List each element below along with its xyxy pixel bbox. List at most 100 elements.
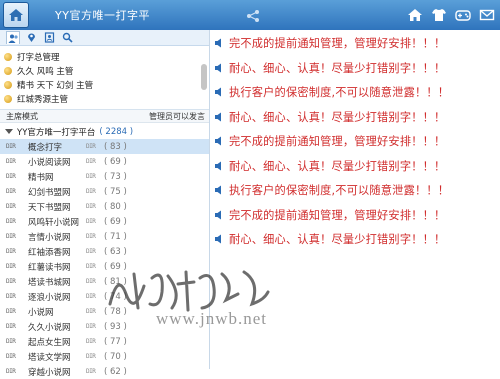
window-title: YY官方唯一打字平 (55, 9, 150, 22)
people-icon[interactable] (6, 31, 20, 44)
channel-item[interactable]: DIR 穿越小说网 DIR ( 62 ) (0, 364, 209, 379)
channel-count: ( 80 ) (104, 201, 127, 212)
channel-name: 概念打字 (28, 142, 63, 153)
channel-item[interactable]: DIR 言情小说网 DIR ( 71 ) (0, 229, 209, 244)
channel-toggle-icon[interactable]: DIR (6, 263, 20, 270)
channel-item[interactable]: DIR 红薯读书网 DIR ( 69 ) (0, 259, 209, 274)
channel-toggle-icon[interactable]: DIR (6, 218, 20, 225)
channel-toggle-icon[interactable]: DIR (6, 368, 20, 375)
channel-item[interactable]: DIR 塔读文学网 DIR ( 70 ) (0, 349, 209, 364)
channel-count: ( 83 ) (104, 141, 127, 152)
home-logo-icon[interactable] (3, 2, 29, 28)
channel-toggle-icon: DIR (86, 188, 96, 195)
channel-item[interactable]: DIR 红袖添香网 DIR ( 63 ) (0, 244, 209, 259)
scrollbar-thumb[interactable] (201, 64, 207, 90)
message-line: 完不成的提前通知管理，管理好安排！！！ (214, 133, 445, 149)
watermark-url: www.jnwb.net (156, 309, 267, 328)
channel-item[interactable]: DIR 天下书盟网 DIR ( 80 ) (0, 199, 209, 214)
channel-toggle-icon: DIR (86, 233, 96, 240)
channel-count: ( 69 ) (104, 216, 127, 227)
channel-toggle-icon[interactable]: DIR (6, 158, 20, 165)
channel-toggle-icon[interactable]: DIR (6, 143, 20, 150)
speaker-icon (215, 185, 221, 195)
message-text: 执行客户的保密制度,不可以随意泄露！！！ (229, 184, 450, 197)
speaker-icon (215, 38, 221, 48)
message-text: 耐心、细心、认真！尽量少打错别字！！！ (229, 110, 446, 124)
skin-icon[interactable] (430, 6, 448, 24)
channel-toggle-icon: DIR (86, 308, 96, 315)
channel-item[interactable]: DIR 小说阅读网 DIR ( 69 ) (0, 154, 209, 169)
message-line: 耐心、细心、认真！尽量少打错别字！！！ (214, 158, 445, 174)
channel-toggle-icon: DIR (86, 218, 96, 225)
channel-toggle-icon[interactable]: DIR (6, 248, 20, 255)
channel-count: ( 75 ) (104, 186, 127, 197)
message-text: 完不成的提前通知管理，管理好安排！！！ (229, 135, 446, 148)
channel-count: ( 74 ) (104, 291, 127, 302)
channel-count: ( 81 ) (104, 276, 127, 287)
home-icon[interactable] (406, 6, 424, 24)
channel-count: ( 93 ) (104, 321, 127, 332)
game-icon[interactable] (454, 6, 472, 24)
mode-bar: 主席模式 管理员可以发言 (0, 110, 209, 123)
channel-toggle-icon: DIR (86, 203, 96, 210)
channel-item[interactable]: DIR 幻剑书盟网 DIR ( 75 ) (0, 184, 209, 199)
root-channel[interactable]: YY官方唯一打字平台 ( 2284 ) (0, 124, 209, 139)
channel-toggle-icon[interactable]: DIR (6, 323, 20, 330)
location-icon[interactable] (24, 31, 38, 44)
admin-list: 打字总管理 久久 风鸣 主管 精书 天下 幻剑 主管 红城秀源主管 (0, 46, 209, 110)
channel-item[interactable]: DIR 精书网 DIR ( 73 ) (0, 169, 209, 184)
list-item[interactable]: 红城秀源主管 (4, 92, 209, 106)
channel-toggle-icon[interactable]: DIR (6, 188, 20, 195)
speaker-icon (215, 234, 221, 244)
contacts-icon[interactable] (42, 31, 56, 44)
channel-toggle-icon: DIR (86, 278, 96, 285)
channel-toggle-icon[interactable]: DIR (6, 308, 20, 315)
channel-name: 塔读文学网 (28, 352, 71, 363)
channel-name: 天下书盟网 (28, 202, 71, 213)
channel-toggle-icon[interactable]: DIR (6, 338, 20, 345)
mail-icon[interactable] (478, 6, 496, 24)
channel-item[interactable]: DIR 逐浪小说网 DIR ( 74 ) (0, 289, 209, 304)
channel-count: ( 63 ) (104, 246, 127, 257)
channel-item[interactable]: DIR 塔读书城网 DIR ( 81 ) (0, 274, 209, 289)
user-status-icon (4, 81, 12, 89)
message-text: 耐心、细心、认真！尽量少打错别字！！！ (229, 159, 446, 173)
speaker-icon (215, 136, 221, 146)
mode-dropdown[interactable]: 主席模式 (6, 111, 38, 122)
channel-toggle-icon[interactable]: DIR (6, 353, 20, 360)
message-text: 耐心、细心、认真！尽量少打错别字！！！ (229, 61, 446, 75)
channel-name: 小说网 (28, 307, 54, 318)
list-item[interactable]: 打字总管理 (4, 50, 209, 64)
message-line: 耐心、细心、认真！尽量少打错别字！！！ (214, 109, 445, 125)
speaker-icon (215, 112, 221, 121)
channel-toggle-icon[interactable]: DIR (6, 233, 20, 240)
message-line: 完不成的提前通知管理，管理好安排！！！ (214, 207, 445, 223)
list-item[interactable]: 精书 天下 幻剑 主管 (4, 78, 209, 92)
message-line: 耐心、细心、认真！尽量少打错别字！！！ (214, 60, 445, 76)
channel-name: 穿越小说网 (28, 367, 71, 378)
message-line: 耐心、细心、认真！尽量少打错别字！！！ (214, 231, 445, 247)
channel-toggle-icon[interactable]: DIR (6, 203, 20, 210)
channel-name: 红袖添香网 (28, 247, 71, 258)
speaker-icon (215, 63, 221, 72)
channel-count: ( 78 ) (104, 306, 127, 317)
search-icon[interactable] (60, 31, 74, 44)
channel-count: ( 62 ) (104, 366, 127, 377)
share-icon[interactable] (246, 9, 260, 23)
channel-toggle-icon: DIR (86, 338, 96, 345)
channel-toggle-icon[interactable]: DIR (6, 293, 20, 300)
message-text: 完不成的提前通知管理，管理好安排！！！ (229, 37, 446, 50)
speaker-icon (215, 161, 221, 170)
channel-item[interactable]: DIR 概念打字 DIR ( 83 ) (0, 139, 209, 154)
channel-item[interactable]: DIR 起点女生网 DIR ( 77 ) (0, 334, 209, 349)
channel-toggle-icon[interactable]: DIR (6, 173, 20, 180)
list-item[interactable]: 久久 风鸣 主管 (4, 64, 209, 78)
channel-toggle-icon: DIR (86, 323, 96, 330)
channel-item[interactable]: DIR 风鸣轩小说网 DIR ( 69 ) (0, 214, 209, 229)
channel-name: 起点女生网 (28, 337, 71, 348)
title-bar: YY官方唯一打字平 (0, 0, 500, 30)
channel-name: 言情小说网 (28, 232, 71, 243)
channel-toggle-icon[interactable]: DIR (6, 278, 20, 285)
channel-toggle-icon: DIR (86, 353, 96, 360)
collapse-arrow-icon[interactable] (5, 128, 13, 135)
